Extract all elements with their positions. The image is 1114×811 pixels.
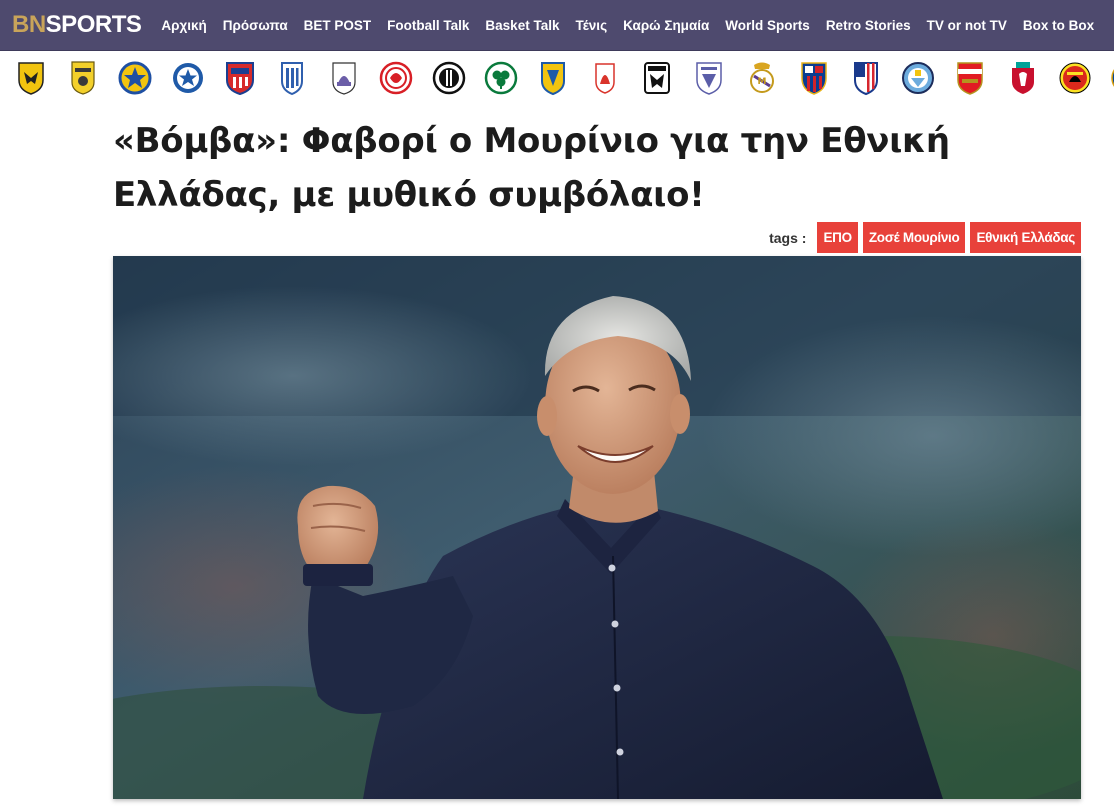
panathinaikos-crest-icon[interactable] (484, 60, 518, 96)
manchester-united-crest-icon[interactable] (1058, 60, 1092, 96)
svg-text:M: M (757, 77, 766, 87)
nav-item-world-sports[interactable]: World Sports (725, 18, 810, 33)
panetolikos-crest-icon[interactable] (536, 60, 570, 96)
tag-jose-mourinho[interactable]: Ζοσέ Μουρίνιο (862, 222, 966, 253)
atromitos-crest-icon[interactable] (171, 60, 205, 96)
aris-crest-icon[interactable] (66, 60, 100, 96)
atletico-madrid-crest-icon[interactable] (849, 60, 883, 96)
barcelona-crest-icon[interactable] (797, 60, 831, 96)
article-hero-image (113, 256, 1081, 799)
volos-crest-icon[interactable] (223, 60, 257, 96)
nav-item-karo-simaia[interactable]: Καρώ Σημαία (623, 18, 709, 33)
coach-celebrating-photo (113, 256, 1081, 799)
nav-item-basket-talk[interactable]: Basket Talk (485, 18, 559, 33)
nav-menu: Αρχική Πρόσωπα BET POST Football Talk Ba… (161, 18, 1110, 33)
nav-item-football-talk[interactable]: Football Talk (387, 18, 469, 33)
lamia-crest-icon[interactable] (327, 60, 361, 96)
tag-greece-national-team[interactable]: Εθνική Ελλάδας (970, 222, 1081, 253)
aek-crest-icon[interactable] (14, 60, 48, 96)
kifisia-crest-icon[interactable] (275, 60, 309, 96)
arsenal-crest-icon[interactable] (953, 60, 987, 96)
team-crests-bar: M (0, 51, 1114, 105)
tag-epo[interactable]: ΕΠΟ (817, 222, 858, 253)
ofi-crest-icon[interactable] (432, 60, 466, 96)
logo-sports: SPORTS (45, 11, 142, 38)
paok-crest-icon[interactable] (640, 60, 674, 96)
nav-item-tennis[interactable]: Τένις (575, 18, 607, 33)
article-tags: tags : ΕΠΟ Ζοσέ Μουρίνιο Εθνική Ελλάδας (769, 222, 1081, 253)
nav-item-box-to-box[interactable]: Box to Box (1023, 18, 1094, 33)
tags-label: tags : (769, 229, 807, 246)
site-logo[interactable]: BN SPORTS (12, 11, 142, 39)
levadiakos-crest-icon[interactable] (692, 60, 726, 96)
logo-bn: BN (12, 11, 46, 38)
top-navigation: BN SPORTS Αρχική Πρόσωπα BET POST Footbal… (0, 0, 1114, 51)
nav-item-home[interactable]: Αρχική (161, 18, 206, 33)
chelsea-crest-icon[interactable] (1110, 60, 1114, 96)
nav-item-retro-stories[interactable]: Retro Stories (826, 18, 911, 33)
olympiacos-crest-icon[interactable] (379, 60, 413, 96)
article-title: «Βόμβα»: Φαβορί ο Μουρίνιο για την Εθνικ… (113, 121, 950, 215)
manchester-city-crest-icon[interactable] (901, 60, 935, 96)
liverpool-crest-icon[interactable] (1006, 60, 1040, 96)
nav-item-tv-or-not-tv[interactable]: TV or not TV (927, 18, 1007, 33)
panserraikos-crest-icon[interactable] (588, 60, 622, 96)
nav-item-bet-post[interactable]: BET POST (304, 18, 372, 33)
nav-item-prosopa[interactable]: Πρόσωπα (223, 18, 288, 33)
asteras-tripolis-crest-icon[interactable] (118, 60, 152, 96)
real-madrid-crest-icon[interactable]: M (745, 60, 779, 96)
